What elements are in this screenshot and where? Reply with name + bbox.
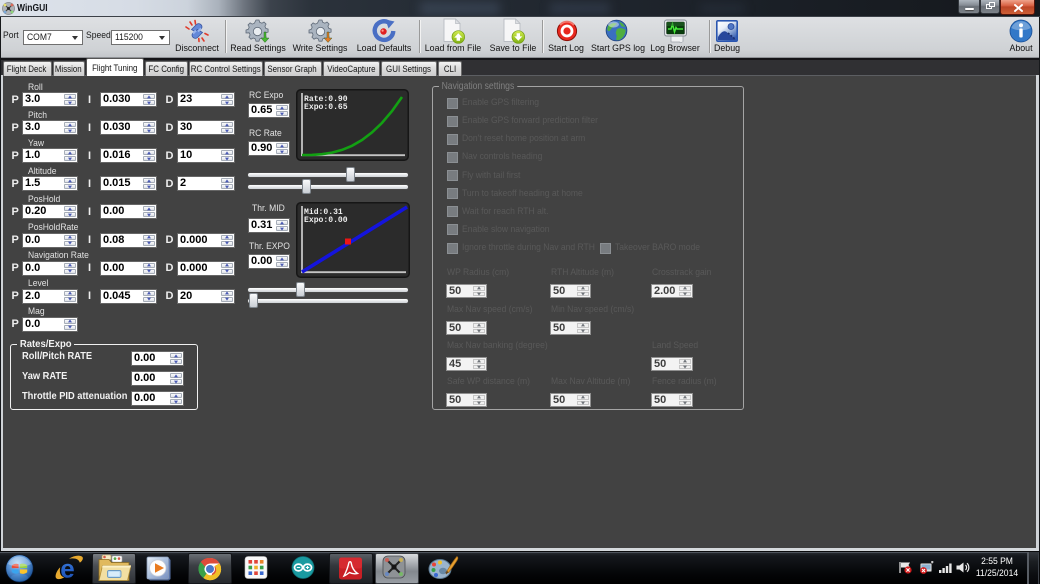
svg-text:e: e [60, 555, 74, 581]
